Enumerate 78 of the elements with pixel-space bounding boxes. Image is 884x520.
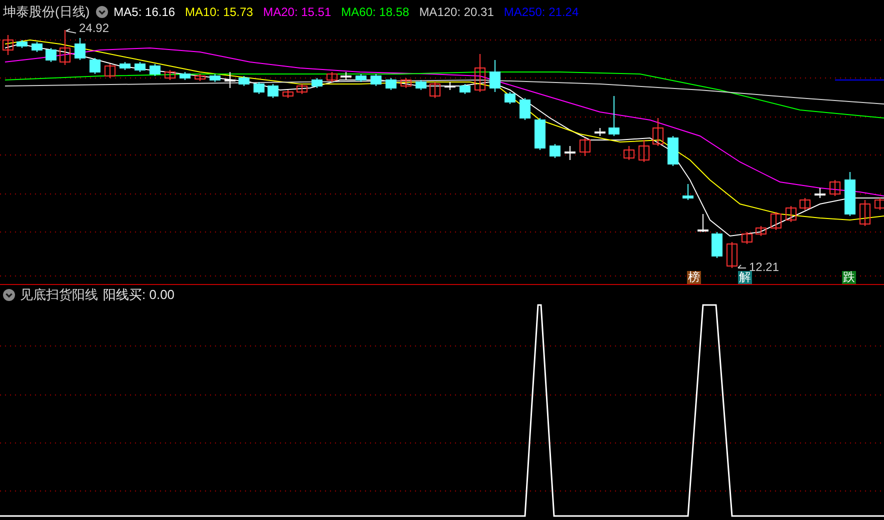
candlestick [712, 232, 722, 258]
candlestick [608, 96, 620, 136]
candlestick [312, 78, 322, 88]
moving-average-value: MA60: 18.58 [341, 6, 410, 18]
event-badge[interactable]: 跌 [842, 271, 856, 284]
candlestick [874, 198, 884, 210]
candlestick [326, 72, 338, 82]
candlestick [356, 74, 366, 82]
candlestick [490, 60, 500, 92]
candlestick [180, 72, 190, 80]
moving-average-value: MA250: 21.24 [504, 6, 579, 18]
candlestick [282, 90, 294, 98]
candlestick [60, 30, 70, 66]
candlestick [416, 80, 426, 90]
candlestick [2, 34, 14, 56]
stock-title: 坤泰股份(日线) [3, 5, 90, 18]
event-badge[interactable]: 解 [738, 271, 752, 284]
candlestick [830, 180, 840, 196]
candlestick [800, 198, 810, 210]
candlestick [16, 40, 28, 48]
candlestick [770, 212, 782, 230]
candlestick [194, 74, 206, 82]
candlestick [210, 74, 220, 82]
dropdown-icon[interactable] [96, 6, 108, 18]
candlestick [594, 128, 606, 136]
candlestick [520, 98, 530, 120]
candlestick [268, 84, 278, 98]
candlestick [786, 206, 796, 222]
candlestick [254, 82, 264, 94]
candlestick [638, 140, 650, 162]
candlestick [844, 172, 856, 216]
candlestick [224, 72, 236, 88]
arrow-icon [738, 264, 746, 268]
candlestick [104, 64, 116, 78]
candlestick [860, 200, 870, 226]
candlestick [564, 146, 576, 160]
candlestick [460, 84, 470, 94]
candlestick [624, 146, 634, 160]
candlestick [134, 62, 146, 72]
event-badge[interactable]: 榜 [687, 271, 701, 284]
candlestick [32, 42, 42, 52]
candlestick [444, 82, 456, 90]
candlestick [74, 38, 86, 60]
candlestick [814, 188, 826, 198]
arrow-icon [66, 28, 76, 34]
candlestick [550, 144, 560, 158]
moving-average-value: MA20: 15.51 [263, 6, 332, 18]
candlestick [296, 84, 308, 94]
moving-average-value: MA120: 20.31 [419, 6, 494, 18]
candlestick [120, 62, 130, 70]
indicator-value: 阳线买: 0.00 [103, 288, 175, 301]
candlestick [668, 136, 678, 166]
candlestick [474, 54, 486, 92]
candlestick [164, 70, 176, 80]
candlestick [652, 118, 664, 146]
candlestick [46, 48, 56, 62]
moving-average-value: MA5: 16.16 [114, 6, 176, 18]
candlestick [340, 72, 352, 80]
candlestick [238, 76, 250, 86]
candlestick [580, 138, 590, 156]
moving-average-value: MA10: 15.73 [185, 6, 254, 18]
indicator-title: 见底扫货阳线 [20, 288, 98, 301]
candlestick [150, 64, 160, 76]
candlestick [90, 58, 100, 74]
candlestick [756, 226, 766, 236]
candlestick [370, 74, 382, 86]
candlestick [726, 242, 738, 268]
high-price-label: 24.92 [79, 22, 110, 34]
candlestick [430, 82, 440, 98]
candlestick [386, 78, 396, 90]
dropdown-icon[interactable] [3, 288, 15, 300]
candlestick [400, 78, 412, 88]
candlestick [682, 184, 694, 200]
candlestick [742, 232, 752, 244]
candlestick [504, 92, 516, 104]
candlestick [534, 118, 546, 150]
low-price-label: 12.21 [749, 261, 780, 273]
candlestick [698, 214, 708, 232]
